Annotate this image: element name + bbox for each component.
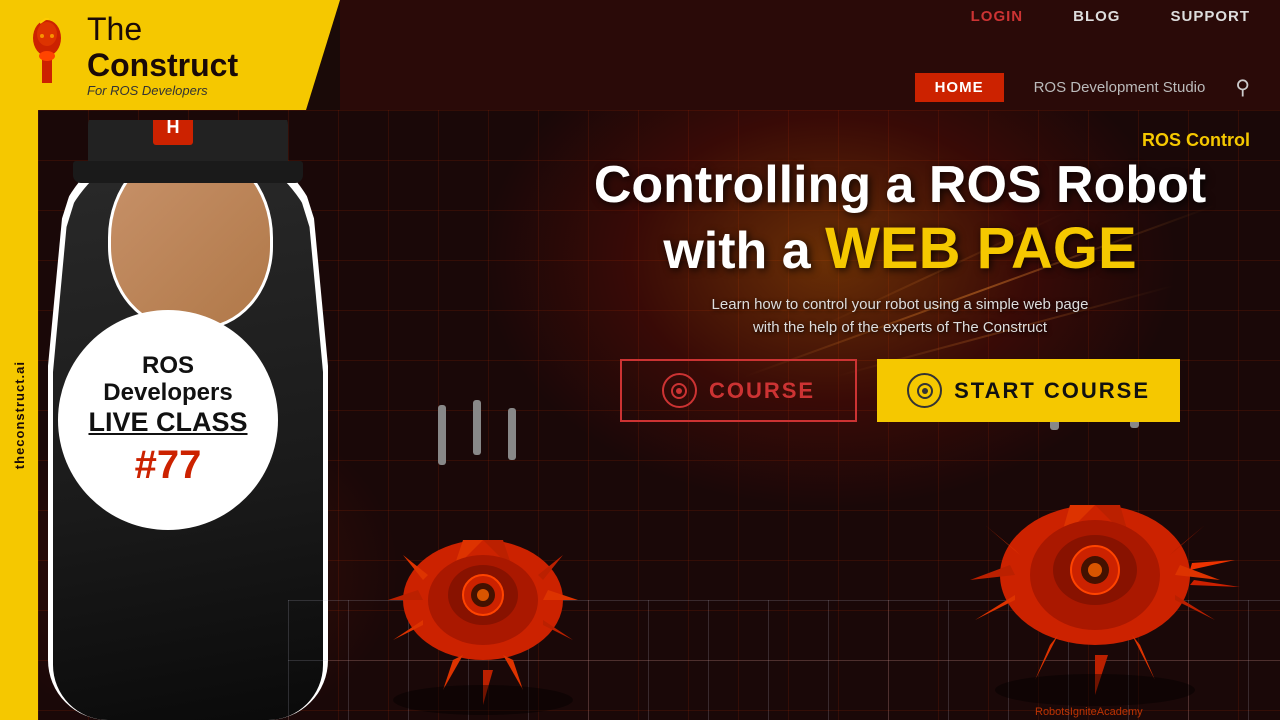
course-desc-line2: with the help of the experts of The Cons… xyxy=(753,319,1047,336)
logo-subtitle: For ROS Developers xyxy=(87,83,238,98)
badge-number: #77 xyxy=(135,443,202,487)
header-right: LOGIN BLOG SUPPORT HOME ROS Development … xyxy=(340,0,1280,110)
home-button[interactable]: HOME xyxy=(915,73,1004,102)
course-button[interactable]: COURSE xyxy=(620,359,857,422)
course-title-line1: Controlling a ROS Robot xyxy=(594,156,1206,214)
svg-text:RobotsIgniteAcademy: RobotsIgniteAcademy xyxy=(1035,706,1143,718)
header: The Construct For ROS Developers LOGIN B… xyxy=(0,0,1280,110)
circle-badge: ROS Developers LIVE CLASS #77 xyxy=(58,310,278,530)
badge-line2: Developers xyxy=(103,380,232,406)
robot-left xyxy=(328,400,628,720)
course-description: Learn how to control your robot using a … xyxy=(550,294,1250,339)
logo-name: The Construct xyxy=(87,12,238,82)
person-cap-brim xyxy=(73,161,303,183)
course-title: Controlling a ROS Robot with a WEB PAGE xyxy=(550,156,1250,282)
cap-logo: H xyxy=(153,120,193,145)
course-button-icon xyxy=(662,373,697,408)
start-course-button-label: START COURSE xyxy=(954,378,1150,404)
site-url-label: theconstruct.ai xyxy=(12,361,27,469)
course-desc-line1: Learn how to control your robot using a … xyxy=(712,296,1089,313)
course-category: ROS Control xyxy=(550,130,1250,151)
course-title-line2: with a xyxy=(663,222,810,280)
badge-line3: LIVE CLASS xyxy=(88,406,247,438)
ros-dev-studio-link[interactable]: ROS Development Studio xyxy=(1034,79,1206,96)
badge-line1: ROS xyxy=(142,353,194,379)
nav-bottom: HOME ROS Development Studio ⚲ xyxy=(400,73,1250,102)
left-bar: theconstruct.ai xyxy=(0,110,38,720)
blog-link[interactable]: BLOG xyxy=(1073,8,1120,25)
logo-text: The Construct For ROS Developers xyxy=(87,12,238,97)
robots-area: RobotsIgniteAcademy xyxy=(288,380,1280,720)
course-button-label: COURSE xyxy=(709,378,815,404)
course-info: ROS Control Controlling a ROS Robot with… xyxy=(550,130,1250,422)
nav-top: LOGIN BLOG SUPPORT xyxy=(400,8,1250,25)
button-row: COURSE START COURSE xyxy=(550,359,1250,422)
support-link[interactable]: SUPPORT xyxy=(1170,8,1250,25)
start-course-button[interactable]: START COURSE xyxy=(877,359,1180,422)
logo-construct: Construct xyxy=(87,47,238,83)
logo-area: The Construct For ROS Developers xyxy=(0,0,340,110)
search-icon[interactable]: ⚲ xyxy=(1235,75,1250,100)
login-link[interactable]: LOGIN xyxy=(971,8,1024,25)
course-title-accent: WEB PAGE xyxy=(825,216,1137,281)
main-area: H TheConstruct ROS Developers LIVE CLASS… xyxy=(38,110,1280,720)
logo-icon xyxy=(20,18,75,93)
logo-the: The xyxy=(87,11,142,47)
start-course-button-icon xyxy=(907,373,942,408)
